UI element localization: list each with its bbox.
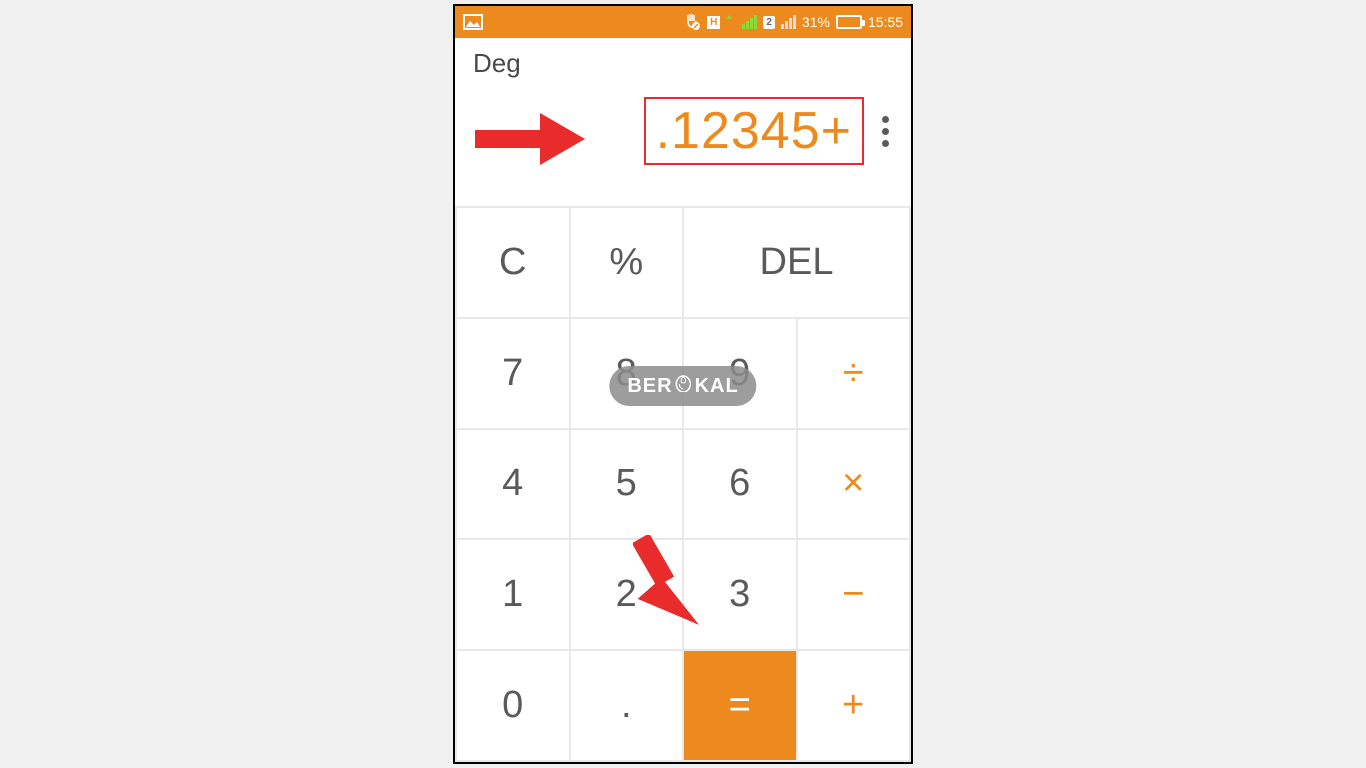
percent-button[interactable]: % [571, 208, 683, 317]
watermark-text-prefix: BER [627, 375, 672, 398]
battery-percent: 31% [802, 14, 830, 30]
signal-bars-2 [781, 15, 796, 29]
network-h-badge: H [707, 16, 720, 29]
watermark-text-suffix: KAL [695, 375, 739, 398]
expression-value[interactable]: .12345+ [644, 97, 864, 165]
angle-mode-label: Deg [473, 48, 893, 79]
signal-bars-1 [742, 15, 757, 29]
decimal-button[interactable]: . [571, 651, 683, 760]
calculator-display: Deg .12345+ [455, 38, 911, 206]
watermark-badge: BER KAL [609, 366, 756, 406]
minus-button[interactable]: − [798, 540, 910, 649]
annotation-arrow-1 [475, 108, 585, 173]
digit-0-button[interactable]: 0 [457, 651, 569, 760]
multiply-button[interactable]: × [798, 430, 910, 539]
digit-5-button[interactable]: 5 [571, 430, 683, 539]
keypad: C % DEL 7 8 9 ÷ 4 5 6 × 1 2 3 − 0 . = + [455, 206, 911, 762]
more-menu-icon[interactable] [878, 112, 893, 151]
plus-button[interactable]: + [798, 651, 910, 760]
image-icon [463, 14, 483, 30]
brain-icon [675, 374, 693, 398]
status-right: H 2 31% 15:55 [683, 13, 903, 31]
status-bar: H 2 31% 15:55 [455, 6, 911, 38]
delete-button[interactable]: DEL [684, 208, 909, 317]
phone-frame: H 2 31% 15:55 Deg .12345+ C % DEL 7 8 9 [453, 4, 913, 764]
hand-block-icon [683, 13, 701, 31]
digit-1-button[interactable]: 1 [457, 540, 569, 649]
clock-time: 15:55 [868, 14, 903, 30]
clear-button[interactable]: C [457, 208, 569, 317]
battery-icon [836, 15, 862, 29]
equals-button[interactable]: = [684, 651, 796, 760]
digit-4-button[interactable]: 4 [457, 430, 569, 539]
annotation-arrow-2 [633, 535, 713, 630]
status-left [463, 14, 483, 30]
digit-7-button[interactable]: 7 [457, 319, 569, 428]
digit-6-button[interactable]: 6 [684, 430, 796, 539]
data-arrows-icon [726, 14, 736, 30]
divide-button[interactable]: ÷ [798, 319, 910, 428]
sim-badge: 2 [763, 16, 775, 29]
